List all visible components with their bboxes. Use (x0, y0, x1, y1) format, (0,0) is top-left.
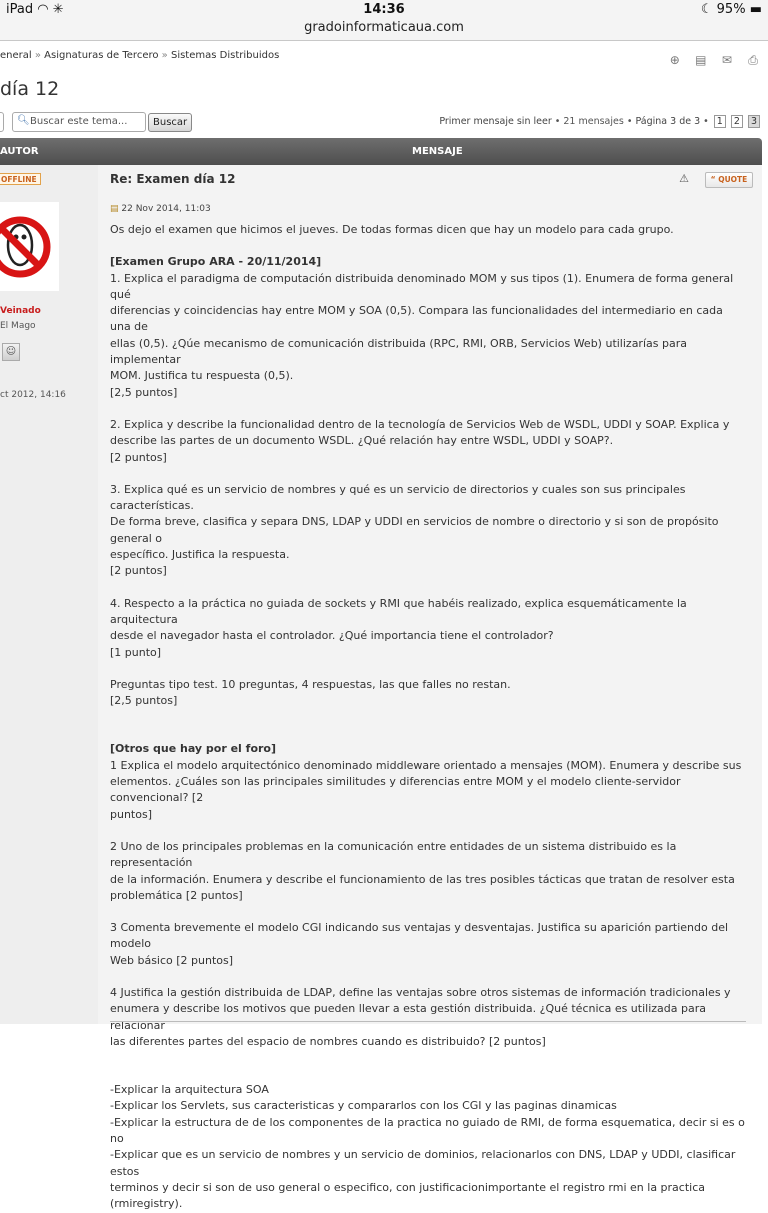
left-control[interactable] (0, 112, 4, 132)
author-rank: El Mago (0, 321, 36, 331)
message-column-header: MENSAJE (412, 146, 463, 157)
exam-question: 3. Explica qué es un servicio de nombres… (110, 482, 719, 578)
new-post-icon[interactable]: ⊕ (668, 53, 682, 67)
other-question: 3 Comenta brevemente el modelo CGI indic… (110, 921, 729, 967)
battery-percent: 95% (716, 2, 746, 17)
other-question: 2 Uno de los principales problemas en la… (110, 839, 735, 902)
first-unread-link[interactable]: Primer mensaje sin leer (439, 116, 551, 127)
exam-question: 4. Respecto a la práctica no guiada de s… (110, 596, 687, 659)
signature-divider (110, 1021, 746, 1022)
others-heading: [Otros que hay por el foro] (110, 742, 277, 756)
current-page: 3 (747, 115, 760, 128)
page-title: día 12 (0, 78, 60, 100)
status-right: ☾ 95% ▬ (701, 2, 762, 17)
avatar (0, 202, 59, 291)
status-bar: iPad ◠ ✳ 14:36 ☾ 95% ▬ (0, 0, 768, 20)
moon-icon: ☾ (700, 2, 713, 17)
url-bar[interactable]: gradoinformaticaua.com (0, 20, 768, 41)
author-joined-date: ct 2012, 14:16 (0, 390, 66, 400)
profile-icon[interactable]: ☺ (2, 343, 20, 361)
url-text: gradoinformaticaua.com (304, 20, 464, 35)
battery-icon: ▬ (749, 2, 762, 17)
search-input[interactable]: 🔍︎ Buscar este tema... (12, 112, 146, 132)
quote-button[interactable]: “ QUOTE (705, 172, 753, 188)
author-username[interactable]: Veinado (0, 306, 41, 316)
list-item: -Explicar los Servlets, sus caracteristi… (110, 1099, 617, 1113)
author-column-header: AUTOR (0, 146, 39, 157)
other-question: 1 Explica el modelo arquitectónico denom… (110, 758, 742, 821)
quote-label: QUOTE (718, 175, 748, 184)
exam-question: Preguntas tipo test. 10 preguntas, 4 res… (110, 677, 511, 708)
breadcrumb-item[interactable]: Sistemas Distribuidos (171, 50, 279, 61)
breadcrumb: eneral » Asignaturas de Tercero » Sistem… (0, 50, 280, 61)
post-date: ▤ 22 Nov 2014, 11:03 (110, 204, 211, 214)
search-placeholder: Buscar este tema... (30, 116, 128, 127)
author-panel (0, 165, 98, 1024)
breadcrumb-item[interactable]: Asignaturas de Tercero (44, 50, 158, 61)
table-header: AUTOR MENSAJE (0, 138, 762, 165)
email-icon[interactable]: ✉ (720, 53, 734, 67)
exam-question: 1. Explica el paradigma de computación d… (110, 271, 734, 399)
post-intro: Os dejo el examen que hicimos el jueves.… (110, 223, 674, 236)
page-link[interactable]: 1 (713, 115, 726, 128)
list-item: -Explicar la arquitectura SOA (110, 1083, 269, 1097)
pagination: Primer mensaje sin leer • 21 mensajes • … (439, 115, 760, 128)
exam-question: 2. Explica y describe la funcionalidad d… (110, 417, 730, 464)
post-subject[interactable]: Re: Examen día 12 (110, 172, 235, 186)
status-time: 14:36 (363, 2, 405, 17)
topic-tools: ⊕ ▤ ✉ ⎙ (661, 49, 760, 68)
print-icon[interactable]: ⎙ (746, 53, 760, 67)
post-icon: ▤ (110, 204, 119, 214)
list-item: -Explicar que es un servicio de nombres … (110, 1148, 736, 1211)
search-button[interactable]: Buscar (148, 113, 193, 132)
other-question: 4 Justifica la gestión distribuida de LD… (110, 985, 731, 1048)
message-count: 21 mensajes (563, 116, 624, 127)
breadcrumb-item[interactable]: eneral (0, 50, 32, 61)
post-body: Os dejo el examen que hicimos el jueves.… (110, 222, 746, 1213)
page-link[interactable]: 2 (730, 115, 743, 128)
exam-heading: [Examen Grupo ARA - 20/11/2014] (110, 255, 322, 269)
report-icon[interactable]: ⚠ (677, 172, 691, 186)
post-date-text: 22 Nov 2014, 11:03 (121, 204, 211, 214)
list-item: -Explicar la estructura de de los compon… (110, 1115, 745, 1146)
search-icon: 🔍︎ (17, 115, 30, 126)
bookmark-icon[interactable]: ▤ (694, 53, 708, 67)
page-info: Página 3 de 3 (635, 116, 701, 127)
online-status-badge: OFFLINE (0, 173, 41, 185)
